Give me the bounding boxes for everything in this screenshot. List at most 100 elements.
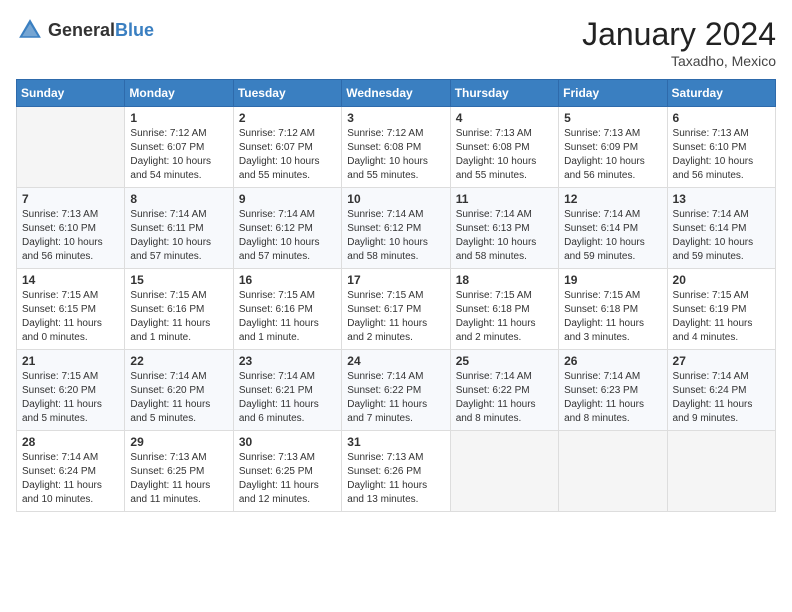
day-number: 13 — [673, 192, 770, 206]
day-info: Sunrise: 7:14 AM Sunset: 6:20 PM Dayligh… — [130, 370, 227, 426]
calendar-cell — [667, 431, 775, 512]
calendar-week-row: 21Sunrise: 7:15 AM Sunset: 6:20 PM Dayli… — [17, 350, 776, 431]
day-number: 11 — [456, 192, 553, 206]
calendar-cell: 19 Sunrise: 7:15 AM Sunset: 6:18 PM Dayli… — [559, 269, 667, 350]
calendar-cell: 9 Sunrise: 7:14 AM Sunset: 6:12 PM Daylig… — [233, 188, 341, 269]
day-number: 4 — [456, 111, 553, 125]
calendar-cell: 23 Sunrise: 7:14 AM Sunset: 6:21 PM Dayli… — [233, 350, 341, 431]
calendar-cell: 27Sunrise: 7:14 AM Sunset: 6:24 PM Dayli… — [667, 350, 775, 431]
day-number: 31 — [347, 435, 444, 449]
calendar-cell: 5 Sunrise: 7:13 AM Sunset: 6:09 PM Daylig… — [559, 107, 667, 188]
calendar-cell: 6Sunrise: 7:13 AM Sunset: 6:10 PM Daylig… — [667, 107, 775, 188]
calendar-cell: 3 Sunrise: 7:12 AM Sunset: 6:08 PM Daylig… — [342, 107, 450, 188]
day-info: Sunrise: 7:13 AM Sunset: 6:08 PM Dayligh… — [456, 127, 553, 183]
calendar-cell: 8 Sunrise: 7:14 AM Sunset: 6:11 PM Daylig… — [125, 188, 233, 269]
calendar-cell: 24 Sunrise: 7:14 AM Sunset: 6:22 PM Dayli… — [342, 350, 450, 431]
day-info: Sunrise: 7:14 AM Sunset: 6:22 PM Dayligh… — [347, 370, 444, 426]
day-info: Sunrise: 7:15 AM Sunset: 6:16 PM Dayligh… — [130, 289, 227, 345]
day-number: 29 — [130, 435, 227, 449]
calendar-week-row: 14Sunrise: 7:15 AM Sunset: 6:15 PM Dayli… — [17, 269, 776, 350]
day-number: 3 — [347, 111, 444, 125]
calendar-cell: 7Sunrise: 7:13 AM Sunset: 6:10 PM Daylig… — [17, 188, 125, 269]
day-info: Sunrise: 7:13 AM Sunset: 6:25 PM Dayligh… — [239, 451, 336, 507]
day-info: Sunrise: 7:14 AM Sunset: 6:23 PM Dayligh… — [564, 370, 661, 426]
day-number: 26 — [564, 354, 661, 368]
day-number: 20 — [673, 273, 770, 287]
day-number: 30 — [239, 435, 336, 449]
calendar-cell: 17 Sunrise: 7:15 AM Sunset: 6:17 PM Dayli… — [342, 269, 450, 350]
calendar-week-row: 1 Sunrise: 7:12 AM Sunset: 6:07 PM Daylig… — [17, 107, 776, 188]
day-info: Sunrise: 7:15 AM Sunset: 6:16 PM Dayligh… — [239, 289, 336, 345]
calendar-cell: 29 Sunrise: 7:13 AM Sunset: 6:25 PM Dayli… — [125, 431, 233, 512]
day-info: Sunrise: 7:13 AM Sunset: 6:10 PM Dayligh… — [22, 208, 119, 264]
day-info: Sunrise: 7:15 AM Sunset: 6:17 PM Dayligh… — [347, 289, 444, 345]
day-number: 25 — [456, 354, 553, 368]
day-number: 17 — [347, 273, 444, 287]
day-number: 15 — [130, 273, 227, 287]
title-block: January 2024 Taxadho, Mexico — [582, 16, 776, 69]
logo-icon — [16, 16, 44, 44]
day-number: 5 — [564, 111, 661, 125]
calendar-cell: 12 Sunrise: 7:14 AM Sunset: 6:14 PM Dayli… — [559, 188, 667, 269]
day-number: 28 — [22, 435, 119, 449]
day-info: Sunrise: 7:14 AM Sunset: 6:24 PM Dayligh… — [673, 370, 770, 426]
calendar-cell: 30 Sunrise: 7:13 AM Sunset: 6:25 PM Dayli… — [233, 431, 341, 512]
logo-text: GeneralBlue — [48, 20, 154, 41]
day-info: Sunrise: 7:14 AM Sunset: 6:21 PM Dayligh… — [239, 370, 336, 426]
calendar-cell: 14Sunrise: 7:15 AM Sunset: 6:15 PM Dayli… — [17, 269, 125, 350]
weekday-header-friday: Friday — [559, 80, 667, 107]
day-number: 9 — [239, 192, 336, 206]
day-number: 22 — [130, 354, 227, 368]
logo: GeneralBlue — [16, 16, 154, 44]
calendar-cell: 15 Sunrise: 7:15 AM Sunset: 6:16 PM Dayli… — [125, 269, 233, 350]
month-year: January 2024 — [582, 16, 776, 53]
day-info: Sunrise: 7:14 AM Sunset: 6:14 PM Dayligh… — [673, 208, 770, 264]
day-info: Sunrise: 7:13 AM Sunset: 6:25 PM Dayligh… — [130, 451, 227, 507]
day-info: Sunrise: 7:13 AM Sunset: 6:26 PM Dayligh… — [347, 451, 444, 507]
day-info: Sunrise: 7:12 AM Sunset: 6:07 PM Dayligh… — [239, 127, 336, 183]
day-number: 1 — [130, 111, 227, 125]
calendar-cell: 4 Sunrise: 7:13 AM Sunset: 6:08 PM Daylig… — [450, 107, 558, 188]
page-header: GeneralBlue January 2024 Taxadho, Mexico — [16, 16, 776, 69]
weekday-header-sunday: Sunday — [17, 80, 125, 107]
location: Taxadho, Mexico — [582, 53, 776, 69]
day-number: 8 — [130, 192, 227, 206]
day-info: Sunrise: 7:14 AM Sunset: 6:14 PM Dayligh… — [564, 208, 661, 264]
day-info: Sunrise: 7:15 AM Sunset: 6:18 PM Dayligh… — [456, 289, 553, 345]
day-number: 24 — [347, 354, 444, 368]
weekday-header-tuesday: Tuesday — [233, 80, 341, 107]
calendar-cell: 25 Sunrise: 7:14 AM Sunset: 6:22 PM Dayli… — [450, 350, 558, 431]
calendar-cell: 1 Sunrise: 7:12 AM Sunset: 6:07 PM Daylig… — [125, 107, 233, 188]
calendar-cell: 20Sunrise: 7:15 AM Sunset: 6:19 PM Dayli… — [667, 269, 775, 350]
day-number: 19 — [564, 273, 661, 287]
day-number: 23 — [239, 354, 336, 368]
day-number: 10 — [347, 192, 444, 206]
day-info: Sunrise: 7:15 AM Sunset: 6:18 PM Dayligh… — [564, 289, 661, 345]
calendar-week-row: 7Sunrise: 7:13 AM Sunset: 6:10 PM Daylig… — [17, 188, 776, 269]
day-info: Sunrise: 7:14 AM Sunset: 6:13 PM Dayligh… — [456, 208, 553, 264]
day-info: Sunrise: 7:14 AM Sunset: 6:11 PM Dayligh… — [130, 208, 227, 264]
calendar-cell: 10 Sunrise: 7:14 AM Sunset: 6:12 PM Dayli… — [342, 188, 450, 269]
day-info: Sunrise: 7:12 AM Sunset: 6:07 PM Dayligh… — [130, 127, 227, 183]
calendar-cell: 31 Sunrise: 7:13 AM Sunset: 6:26 PM Dayli… — [342, 431, 450, 512]
calendar-cell: 28Sunrise: 7:14 AM Sunset: 6:24 PM Dayli… — [17, 431, 125, 512]
day-info: Sunrise: 7:14 AM Sunset: 6:12 PM Dayligh… — [239, 208, 336, 264]
weekday-header-thursday: Thursday — [450, 80, 558, 107]
calendar-cell: 16 Sunrise: 7:15 AM Sunset: 6:16 PM Dayli… — [233, 269, 341, 350]
calendar-cell — [559, 431, 667, 512]
weekday-header-monday: Monday — [125, 80, 233, 107]
day-info: Sunrise: 7:14 AM Sunset: 6:22 PM Dayligh… — [456, 370, 553, 426]
calendar-cell — [17, 107, 125, 188]
day-info: Sunrise: 7:14 AM Sunset: 6:12 PM Dayligh… — [347, 208, 444, 264]
calendar-cell: 26 Sunrise: 7:14 AM Sunset: 6:23 PM Dayli… — [559, 350, 667, 431]
calendar-cell: 18 Sunrise: 7:15 AM Sunset: 6:18 PM Dayli… — [450, 269, 558, 350]
day-number: 12 — [564, 192, 661, 206]
day-info: Sunrise: 7:12 AM Sunset: 6:08 PM Dayligh… — [347, 127, 444, 183]
day-number: 16 — [239, 273, 336, 287]
calendar-table: SundayMondayTuesdayWednesdayThursdayFrid… — [16, 79, 776, 512]
calendar-cell: 2Sunrise: 7:12 AM Sunset: 6:07 PM Daylig… — [233, 107, 341, 188]
day-info: Sunrise: 7:13 AM Sunset: 6:09 PM Dayligh… — [564, 127, 661, 183]
day-number: 18 — [456, 273, 553, 287]
calendar-cell: 13 Sunrise: 7:14 AM Sunset: 6:14 PM Dayli… — [667, 188, 775, 269]
day-number: 14 — [22, 273, 119, 287]
